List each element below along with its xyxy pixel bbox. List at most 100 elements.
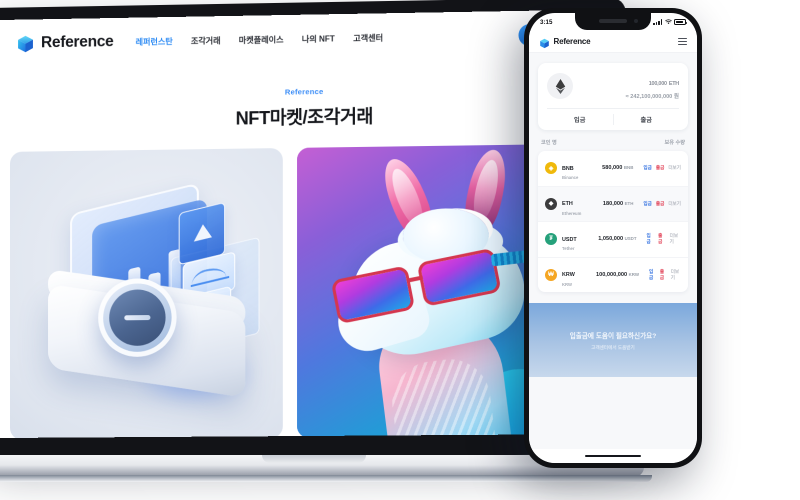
row-withdraw-button[interactable]: 출금 xyxy=(658,233,666,245)
balance-actions: 입금 출금 xyxy=(547,108,679,130)
hero-card-illustration[interactable] xyxy=(9,148,284,438)
coin-fullname: Binance xyxy=(562,175,579,180)
nav-item-fraction-trade[interactable]: 조각거래 xyxy=(191,35,221,47)
status-indicators xyxy=(653,19,688,25)
cube-logo-icon xyxy=(539,36,550,49)
nav-item-support[interactable]: 고객센터 xyxy=(353,32,383,44)
column-header-coin: 코인 명 xyxy=(541,140,557,146)
balance-summary: 100,000 ETH ≈ 242,100,000,000 원 xyxy=(547,72,679,108)
signal-icon xyxy=(653,19,662,25)
row-deposit-button[interactable]: 입금 xyxy=(643,201,651,207)
digital-asset-illustration xyxy=(10,148,283,438)
balance-amount-value: 100,000 xyxy=(648,81,667,87)
balance-card: 100,000 ETH ≈ 242,100,000,000 원 입금 출금 xyxy=(538,63,688,130)
usdt-icon: ₮ xyxy=(545,233,557,246)
coin-symbol: ETH xyxy=(562,201,573,207)
laptop-foot xyxy=(0,475,652,482)
row-withdraw-button[interactable]: 출금 xyxy=(656,201,664,207)
coin-row[interactable]: ₮ USDT Tether 1,050,000 USDT 입금 출금 더보기 xyxy=(538,222,688,258)
coin-list-header: 코인 명 보유 수량 xyxy=(538,130,688,151)
wifi-icon xyxy=(664,19,672,25)
row-more-button[interactable]: 더보기 xyxy=(668,165,681,171)
withdraw-button[interactable]: 출금 xyxy=(614,109,680,130)
coin-fullname: KRW xyxy=(562,281,572,287)
coin-row[interactable]: ◆ ETH Ethereum 180,000 ETH 입금 출금 더보기 xyxy=(538,186,688,222)
krw-icon: ₩ xyxy=(545,268,557,281)
phone-notch xyxy=(575,13,651,30)
coin-row-actions: 입금 출금 더보기 xyxy=(649,269,681,281)
coin-identity: USDT Tether xyxy=(562,228,593,252)
coin-amount-unit: BNB xyxy=(623,165,634,171)
nav-item-my-nft[interactable]: 나의 NFT xyxy=(302,33,335,45)
coin-amount-unit: ETH xyxy=(624,200,634,206)
home-indicator-area xyxy=(529,449,697,463)
app-brand-logo[interactable]: Reference xyxy=(539,36,591,49)
hero-card-row xyxy=(0,137,613,438)
coin-symbol: USDT xyxy=(562,236,577,243)
coin-amount-value: 180,000 xyxy=(602,200,624,207)
page-heading-block: Reference NFT마켓/조각거래 xyxy=(0,58,614,146)
balance-figures: 100,000 ETH ≈ 242,100,000,000 원 xyxy=(581,72,680,100)
ethereum-icon xyxy=(547,73,573,99)
page-title: NFT마켓/조각거래 xyxy=(235,106,373,129)
coin-amount-unit: KRW xyxy=(628,271,639,277)
coin-row[interactable]: ₩ KRW KRW 100,000,000 KRW 입금 출금 더보기 xyxy=(538,258,688,293)
main-nav: 레퍼런스탄 조각거래 마켓플레이스 나의 NFT 고객센터 xyxy=(136,32,384,47)
row-more-button[interactable]: 더보기 xyxy=(671,269,681,281)
column-header-amount: 보유 수량 xyxy=(664,140,685,146)
coin-amount-value: 100,000,000 xyxy=(595,271,628,278)
site-navbar: Reference 레퍼런스탄 조각거래 마켓플레이스 나의 NFT 고객센터 xyxy=(0,9,614,68)
coin-amount: 1,050,000 USDT xyxy=(598,236,636,242)
balance-fiat-value: ≈ 242,100,000,000 원 xyxy=(625,94,679,100)
status-time: 3:15 xyxy=(540,18,553,26)
coin-amount: 180,000 ETH xyxy=(601,200,634,207)
brand-name: Reference xyxy=(41,33,114,52)
coin-icon xyxy=(98,278,177,358)
coin-amount-value: 580,000 xyxy=(602,165,623,172)
balance-amount-unit: ETH xyxy=(668,81,679,87)
brand-logo[interactable]: Reference xyxy=(16,33,114,54)
coin-identity: KRW KRW xyxy=(562,263,591,287)
app-body: 100,000 ETH ≈ 242,100,000,000 원 입금 출금 코인 … xyxy=(529,53,697,449)
row-more-button[interactable]: 더보기 xyxy=(670,233,681,245)
row-withdraw-button[interactable]: 출금 xyxy=(660,269,667,281)
hamburger-menu-icon[interactable] xyxy=(678,37,687,46)
coin-amount-value: 1,050,000 xyxy=(598,236,624,243)
cube-logo-icon xyxy=(16,34,35,53)
app-header: Reference xyxy=(529,31,697,53)
app-brand-name: Reference xyxy=(553,37,591,46)
row-withdraw-button[interactable]: 출금 xyxy=(656,165,664,171)
phone-mockup: 3:15 Reference 100,000 ETH ≈ 242,100,000… xyxy=(524,8,702,468)
coin-identity: ETH Ethereum xyxy=(562,192,596,216)
coin-row-actions: 입금 출금 더보기 xyxy=(643,201,681,207)
eth-icon: ◆ xyxy=(545,197,557,210)
coin-row-actions: 입금 출금 더보기 xyxy=(647,233,681,245)
coin-list: ◈ BNB Binance 580,000 BNB 입금 출금 더보기 ◆ ET… xyxy=(538,151,688,292)
promo-title: 입출금에 도움이 필요하신가요? xyxy=(569,332,657,340)
support-promo-banner[interactable]: 입출금에 도움이 필요하신가요? 고객센터에서 도움받기 xyxy=(529,303,697,377)
row-more-button[interactable]: 더보기 xyxy=(668,201,681,207)
coin-fullname: Ethereum xyxy=(562,210,582,216)
row-deposit-button[interactable]: 입금 xyxy=(647,233,655,245)
nav-item-referencetan[interactable]: 레퍼런스탄 xyxy=(136,36,173,48)
coin-identity: BNB Binance xyxy=(562,157,596,181)
row-deposit-button[interactable]: 입금 xyxy=(649,269,656,281)
earpiece-speaker xyxy=(599,19,627,23)
promo-subtitle: 고객센터에서 도움받기 xyxy=(591,344,635,350)
phone-screen: 3:15 Reference 100,000 ETH ≈ 242,100,000… xyxy=(529,13,697,463)
battery-icon xyxy=(674,19,688,25)
bnb-icon: ◈ xyxy=(545,162,557,175)
row-deposit-button[interactable]: 입금 xyxy=(643,165,651,171)
home-indicator[interactable] xyxy=(585,454,641,458)
coin-amount: 100,000,000 KRW xyxy=(596,272,639,278)
front-camera-icon xyxy=(634,19,638,23)
coin-symbol: BNB xyxy=(562,165,574,172)
nav-item-marketplace[interactable]: 마켓플레이스 xyxy=(239,34,284,46)
deposit-button[interactable]: 입금 xyxy=(547,109,613,130)
coin-amount-unit: USDT xyxy=(624,236,637,242)
balance-amount: 100,000 ETH xyxy=(647,77,679,88)
coin-fullname: Tether xyxy=(562,246,575,251)
page-eyebrow: Reference xyxy=(284,86,324,97)
screenshot-root: Reference 레퍼런스탄 조각거래 마켓플레이스 나의 NFT 고객센터 … xyxy=(0,0,800,500)
coin-row[interactable]: ◈ BNB Binance 580,000 BNB 입금 출금 더보기 xyxy=(538,151,688,187)
